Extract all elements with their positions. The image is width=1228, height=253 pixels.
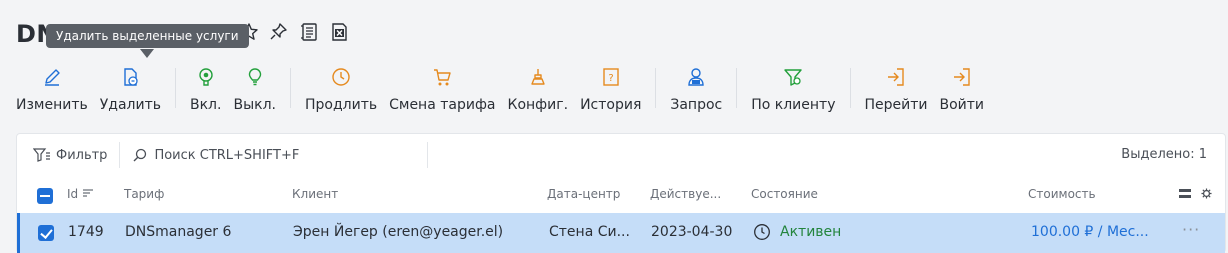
history-icon: ? xyxy=(603,68,619,86)
filter-divider xyxy=(119,142,121,168)
column-header-price[interactable]: Стоимость xyxy=(1028,187,1096,201)
selected-count: Выделено: 1 xyxy=(1121,147,1207,162)
clock-icon xyxy=(754,224,770,240)
row-checkbox[interactable] xyxy=(38,225,54,241)
column-header-status[interactable]: Состояние xyxy=(751,187,818,201)
login-button[interactable]: Войти xyxy=(934,60,991,122)
toolbar-divider xyxy=(736,68,738,108)
filter-bar: Фильтр Поиск CTRL+SHIFT+F Выделено: 1 xyxy=(17,134,1225,176)
filter-button[interactable]: Фильтр xyxy=(17,147,107,163)
sort-icon xyxy=(82,189,93,197)
history-button[interactable]: ? История xyxy=(574,60,647,122)
by-client-button[interactable]: По клиенту xyxy=(745,60,841,122)
renew-button[interactable]: Продлить xyxy=(299,60,383,122)
config-button-label: Конфиг. xyxy=(507,97,569,113)
config-button[interactable]: Конфиг. xyxy=(502,60,575,122)
tooltip-arrow xyxy=(140,49,154,58)
delete-document-icon xyxy=(124,68,139,86)
edit-button[interactable]: Изменить xyxy=(10,60,94,122)
filter-user-icon xyxy=(784,69,803,86)
column-density-icon[interactable] xyxy=(1179,189,1191,199)
toolbar: Изменить Удалить Вкл. Выкл. Продлить Сме… xyxy=(10,60,990,122)
cell-tariff: DNSmanager 6 xyxy=(125,224,232,240)
title-actions xyxy=(238,20,350,44)
change-tariff-button[interactable]: Смена тарифа xyxy=(383,60,501,122)
toolbar-divider xyxy=(175,68,176,108)
lightbulb-on-icon xyxy=(199,68,213,86)
renew-button-label: Продлить xyxy=(304,97,378,113)
select-all-checkbox[interactable] xyxy=(37,188,53,204)
login-button-label: Войти xyxy=(939,97,985,113)
cell-client: Эрен Йегер (eren@yeager.el) xyxy=(293,224,504,240)
pin-icon[interactable] xyxy=(268,20,290,44)
cell-id: 1749 xyxy=(68,224,104,240)
enter-icon xyxy=(888,68,904,86)
toolbar-divider xyxy=(849,68,851,108)
excel-icon[interactable] xyxy=(328,20,350,44)
search-icon xyxy=(133,148,147,162)
cell-datacenter: Стена Си... xyxy=(549,224,630,240)
status-badge: Активен xyxy=(780,224,842,240)
gear-icon[interactable] xyxy=(1201,188,1212,199)
search-placeholder: Поиск CTRL+SHIFT+F xyxy=(154,147,300,163)
by-client-button-label: По клиенту xyxy=(751,97,836,113)
change-tariff-button-label: Смена тарифа xyxy=(389,97,496,113)
enable-button-label: Вкл. xyxy=(190,97,222,113)
column-header-tariff[interactable]: Тариф xyxy=(124,187,164,201)
go-button-label: Перейти xyxy=(864,97,928,113)
filter-label: Фильтр xyxy=(56,147,108,163)
delete-button[interactable]: Удалить xyxy=(94,60,167,122)
config-icon xyxy=(531,69,545,85)
toolbar-divider xyxy=(289,68,291,108)
filter-icon xyxy=(33,148,50,162)
table-row[interactable]: 1749 DNSmanager 6 Эрен Йегер (eren@yeage… xyxy=(17,213,1225,253)
history-button-label: История xyxy=(580,97,642,113)
clock-icon xyxy=(332,68,350,86)
cart-icon xyxy=(434,69,452,86)
disable-button[interactable]: Выкл. xyxy=(227,60,282,122)
column-header-expires[interactable]: Действуе... xyxy=(650,187,721,201)
request-button-label: Запрос xyxy=(670,97,723,113)
disable-button-label: Выкл. xyxy=(233,97,276,113)
cell-expires: 2023-04-30 xyxy=(651,224,733,240)
cell-price: 100.00 ₽ / Мес... xyxy=(1031,224,1149,240)
services-table-panel: Фильтр Поиск CTRL+SHIFT+F Выделено: 1 Id… xyxy=(16,133,1226,253)
document-icon[interactable] xyxy=(298,20,320,44)
user-support-icon xyxy=(688,68,704,86)
login-icon xyxy=(953,68,970,86)
column-header-client[interactable]: Клиент xyxy=(292,187,338,201)
delete-button-label: Удалить xyxy=(99,97,161,113)
edit-button-label: Изменить xyxy=(16,97,88,113)
request-button[interactable]: Запрос xyxy=(664,60,728,122)
table-header: Id Тариф Клиент Дата-центр Действуе... С… xyxy=(17,176,1225,212)
lightbulb-off-icon xyxy=(248,68,261,86)
column-header-id[interactable]: Id xyxy=(67,187,94,201)
enable-button[interactable]: Вкл. xyxy=(184,60,227,122)
toolbar-divider xyxy=(655,68,657,108)
column-header-datacenter[interactable]: Дата-центр xyxy=(547,187,620,201)
svg-text:?: ? xyxy=(608,73,613,84)
pencil-icon xyxy=(44,69,60,86)
go-button[interactable]: Перейти xyxy=(859,60,934,122)
search-input[interactable]: Поиск CTRL+SHIFT+F xyxy=(132,142,429,168)
tooltip: Удалить выделенные услуги xyxy=(46,24,249,48)
row-menu-button[interactable]: ··· xyxy=(1182,220,1200,239)
